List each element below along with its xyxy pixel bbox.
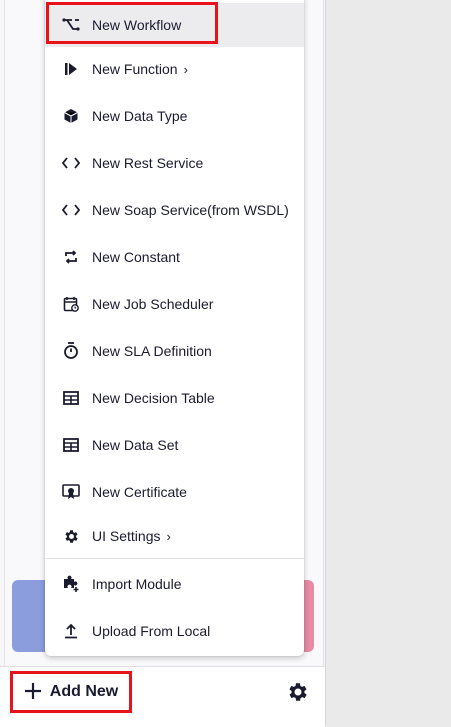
menu-item-label: New Data Type [92,108,188,124]
plus-icon [24,678,42,704]
cube-icon [62,107,80,125]
menu-item-new-decision-table[interactable]: New Decision Table [45,376,304,420]
menu-item-label: UI Settings [92,528,161,544]
menu-item-new-data-set[interactable]: New Data Set [45,423,304,467]
calendar-clock-icon [62,295,80,313]
certificate-icon [62,483,80,501]
code-icon [62,154,80,172]
menu-item-new-function[interactable]: New Function › [45,47,304,91]
stopwatch-icon [62,342,80,360]
puzzle-plus-icon [62,575,80,593]
add-new-menu: New Workflow New Function › New Data Typ… [45,0,304,656]
menu-item-label: New Decision Table [92,390,215,406]
menu-item-label: New Data Set [92,437,179,453]
menu-item-new-soap-service[interactable]: New Soap Service(from WSDL) [45,188,304,232]
menu-item-label: New Soap Service(from WSDL) [92,202,289,218]
menu-item-import-module[interactable]: Import Module [45,562,304,606]
function-icon [62,60,80,78]
menu-item-ui-settings[interactable]: UI Settings › [45,514,304,558]
menu-item-label: New Function [92,61,178,77]
menu-item-label: New Job Scheduler [92,296,214,312]
table-icon [62,436,80,454]
menu-item-label: New Constant [92,249,180,265]
chevron-right-icon: › [183,61,188,77]
add-new-button[interactable]: Add New [10,671,132,713]
menu-divider [45,558,304,559]
menu-item-label: New Workflow [92,17,182,33]
menu-item-label: New Certificate [92,484,187,500]
repeat-icon [62,248,80,266]
menu-item-new-sla-definition[interactable]: New SLA Definition [45,329,304,373]
workflow-icon [62,16,80,34]
upload-icon [62,622,80,640]
code-icon [62,201,80,219]
menu-item-new-rest-service[interactable]: New Rest Service [45,141,304,185]
menu-item-label: Upload From Local [92,623,211,639]
add-new-label: Add New [49,683,119,700]
menu-item-label: New Rest Service [92,155,204,171]
menu-item-upload-from-local[interactable]: Upload From Local [45,609,304,653]
chevron-right-icon: › [166,528,171,544]
settings-button[interactable] [285,681,311,707]
gear-icon [286,680,310,709]
menu-item-label: Import Module [92,576,182,592]
menu-item-label: New SLA Definition [92,343,212,359]
menu-item-new-workflow[interactable]: New Workflow [45,3,304,47]
menu-item-new-constant[interactable]: New Constant [45,235,304,279]
table-icon [62,389,80,407]
gear-icon [62,527,80,545]
menu-item-new-job-scheduler[interactable]: New Job Scheduler [45,282,304,326]
menu-item-new-certificate[interactable]: New Certificate [45,470,304,514]
menu-item-new-data-type[interactable]: New Data Type [45,94,304,138]
